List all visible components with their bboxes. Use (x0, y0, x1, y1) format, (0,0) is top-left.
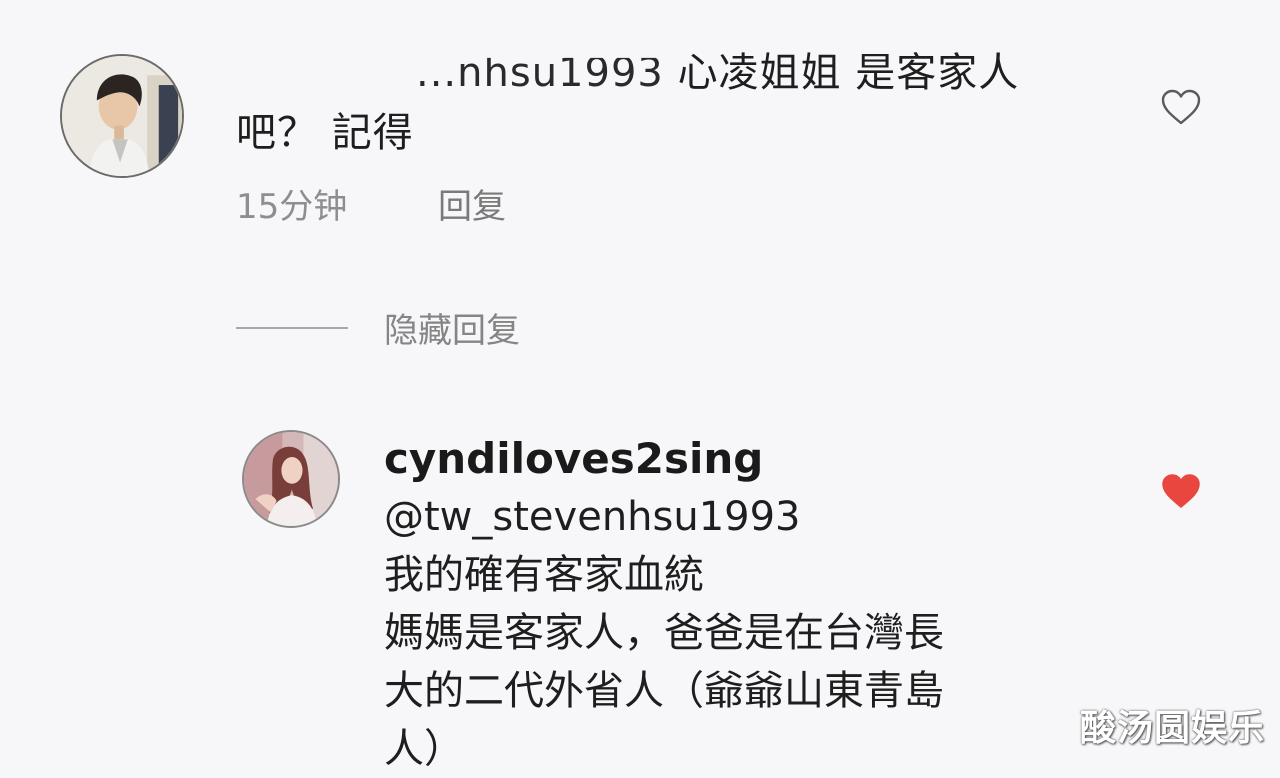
reply-mention[interactable]: @tw_stevenhsu1993 (384, 488, 1104, 546)
reply-body: @tw_stevenhsu1993 我的確有客家血統 媽媽是客家人，爸爸是在台灣… (384, 488, 1104, 778)
comment-text-line-2: 吧？ 記得 (236, 110, 414, 156)
comment-text-line-1: ...nhsu1993 心凌姐姐 是客家人 (236, 44, 1136, 102)
watermark: 酸汤圆娱乐 (1080, 708, 1266, 749)
reply-text-line: 我的確有客家血統 (384, 552, 704, 598)
reply-like-button[interactable] (1160, 472, 1202, 510)
hide-replies-button[interactable]: 隐藏回复 (384, 306, 520, 356)
reply-avatar-image (244, 432, 338, 526)
comment-timestamp: 15分钟 (236, 187, 348, 227)
heart-filled-icon (1162, 474, 1200, 508)
reply-text-line: 大的二代外省人（爺爺山東青島 (384, 668, 944, 714)
reply-button[interactable]: 回复 (438, 182, 506, 232)
heart-outline-icon (1161, 89, 1201, 125)
commenter-avatar[interactable] (60, 54, 184, 178)
commenter-avatar-image (62, 56, 182, 176)
comment-text: 心凌姐姐 是客家人 (677, 50, 1020, 96)
reply-avatar[interactable] (242, 430, 340, 528)
reply-text-line: 媽媽是客家人，爸爸是在台灣長 (384, 610, 944, 656)
reply-text-line: 人） (384, 726, 464, 772)
reply-username[interactable]: cyndiloves2sing (384, 430, 763, 488)
like-button[interactable] (1160, 88, 1202, 126)
comment-username[interactable]: ...nhsu1993 (416, 58, 664, 102)
hidden-replies-divider (236, 327, 348, 329)
